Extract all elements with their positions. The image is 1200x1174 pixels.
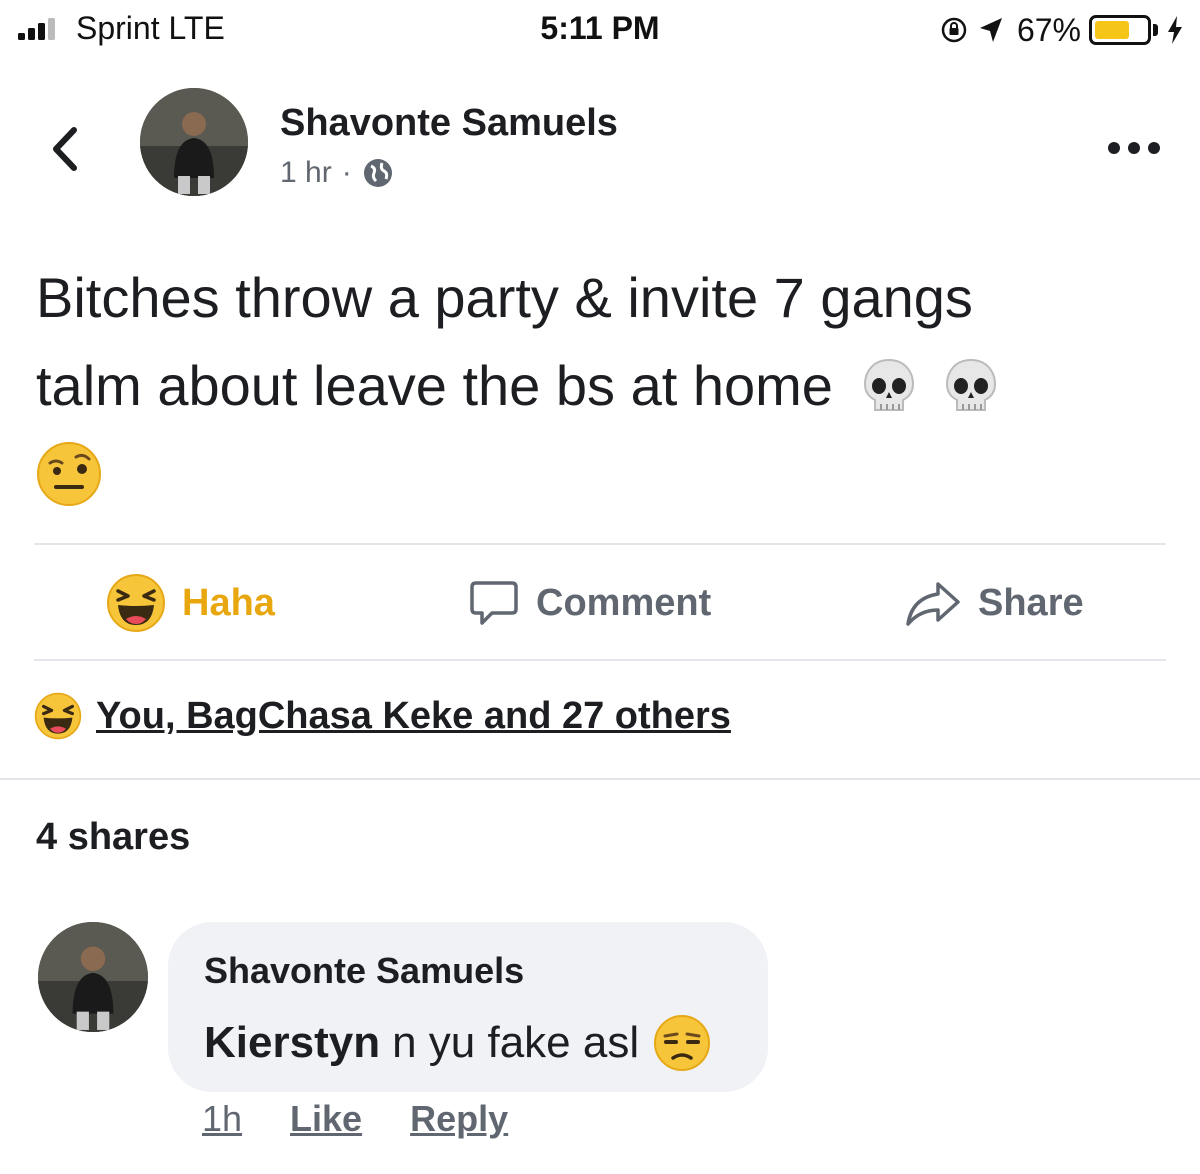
comment-bubble-icon: [470, 581, 518, 625]
battery-icon: [1089, 15, 1151, 45]
haha-button[interactable]: Haha: [106, 568, 275, 638]
divider-middle: [34, 659, 1166, 661]
comment-author-name[interactable]: Shavonte Samuels: [204, 950, 524, 992]
post-meta: 1 hr ·: [280, 156, 394, 190]
comment-time[interactable]: 1h: [202, 1098, 242, 1140]
post-time[interactable]: 1 hr: [280, 156, 332, 190]
skull-emoji-icon: [945, 358, 996, 411]
location-arrow-icon: [979, 18, 1002, 42]
comment-actions: 1h Like Reply: [202, 1098, 508, 1140]
post-body: Bitches throw a party & invite 7 gangs t…: [36, 254, 1176, 518]
share-arrow-icon: [906, 582, 960, 626]
author-avatar[interactable]: [140, 88, 248, 196]
haha-label: Haha: [182, 581, 275, 624]
share-button[interactable]: Share: [904, 568, 1084, 638]
post-text-line-1: Bitches throw a party & invite 7 gangs: [36, 266, 973, 329]
post-text-line-2-wrap: talm about leave the bs at home: [36, 342, 1176, 430]
comment-text: Kierstyn n yu fake asl: [204, 1014, 711, 1072]
commenter-avatar[interactable]: [38, 922, 148, 1032]
skull-emoji-icon: [863, 358, 914, 411]
comment-button[interactable]: Comment: [468, 568, 711, 638]
comment-body: n yu fake asl: [392, 1018, 640, 1067]
battery-percent: 67%: [1016, 11, 1081, 48]
post-author-name[interactable]: Shavonte Samuels: [280, 102, 618, 145]
raised-eyebrow-emoji-icon: [37, 442, 101, 506]
haha-emoji-icon: [107, 574, 165, 632]
comment-label: Comment: [536, 581, 712, 624]
reactions-summary-text[interactable]: You, BagChasa Keke and 27 others: [96, 695, 731, 738]
post-text-line-2: talm about leave the bs at home: [36, 354, 833, 417]
haha-emoji-icon: [34, 692, 82, 740]
status-bar: Sprint LTE 5:11 PM 67%: [0, 0, 1200, 60]
comment-reply-button[interactable]: Reply: [410, 1098, 508, 1140]
avatar-photo: [38, 922, 148, 1032]
unamused-emoji-icon: [654, 1015, 711, 1071]
divider-top: [34, 543, 1166, 545]
shares-count[interactable]: 4 shares: [36, 816, 190, 859]
post-text-line-3: [36, 430, 1176, 518]
globe-icon: [363, 159, 392, 187]
orientation-lock-icon: [941, 17, 967, 43]
reactions-summary[interactable]: You, BagChasa Keke and 27 others: [34, 692, 731, 740]
divider-bottom: [0, 778, 1200, 780]
charging-bolt-icon: [1168, 16, 1182, 44]
comment-bubble[interactable]: Shavonte Samuels Kierstyn n yu fake asl: [168, 922, 768, 1092]
battery-cap: [1153, 24, 1158, 36]
share-label: Share: [978, 581, 1084, 624]
battery-level-fill: [1095, 21, 1129, 39]
back-chevron-icon[interactable]: [44, 124, 84, 174]
more-options-icon[interactable]: [1108, 142, 1160, 154]
meta-separator: ·: [341, 156, 352, 189]
avatar-photo: [140, 88, 248, 196]
status-right-group: 67%: [939, 10, 1184, 50]
comment-mention[interactable]: Kierstyn: [204, 1018, 380, 1068]
comment-like-button[interactable]: Like: [290, 1098, 362, 1140]
